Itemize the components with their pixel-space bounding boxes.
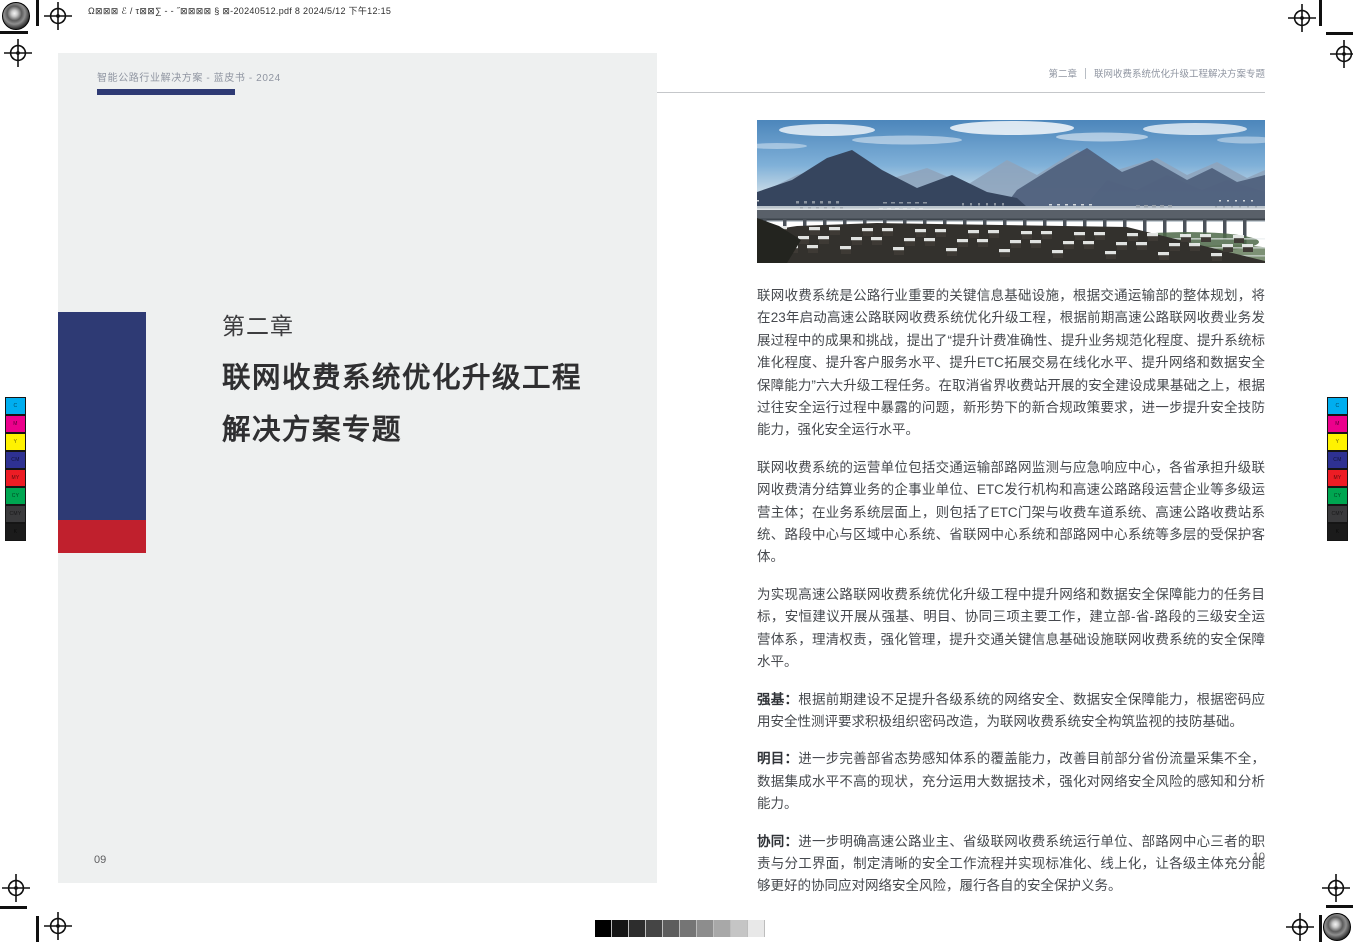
body-text: 联网收费系统是公路行业重要的关键信息基础设施，根据交通运输部的整体规划，将在23…: [757, 285, 1265, 913]
grayscale-swatch: [595, 920, 612, 937]
color-swatch-c: C: [5, 397, 26, 415]
chapter-title-line2: 解决方案专题: [222, 404, 642, 456]
paragraph: 联网收费系统的运营单位包括交通运输部路网监测与应急响应中心，各省承担升级联网收费…: [757, 457, 1265, 569]
paragraph: 为实现高速公路联网收费系统优化升级工程中提升网络和数据安全保障能力的任务目标，安…: [757, 584, 1265, 674]
cmyk-color-bar-left: CMYCMMYCYCMYK: [5, 397, 26, 541]
registration-mark-icon: [4, 39, 32, 67]
color-swatch-k: K: [1327, 523, 1348, 541]
grayscale-swatch: [714, 920, 731, 937]
paragraph-text: 根据前期建设不足提升各级系统的网络安全、数据安全保障能力，根据密码应用安全性测评…: [757, 692, 1265, 729]
crop-line: [1326, 905, 1353, 908]
running-header-chapter: 第二章: [1048, 69, 1077, 80]
file-info-slug: Ω⊠⊠⊠ ℰ / τ⊠⊠∑ - - ˝⊠⊠⊠⊠ § ⊠-20240512.pdf…: [88, 4, 391, 17]
color-swatch-cm: CM: [5, 451, 26, 469]
chapter-title-line1: 联网收费系统优化升级工程: [222, 352, 642, 404]
color-swatch-m: M: [5, 415, 26, 433]
grayscale-swatch: [748, 920, 765, 937]
grayscale-swatch: [663, 920, 680, 937]
color-swatch-cmy: CMY: [5, 505, 26, 523]
registration-mark-icon: [44, 912, 72, 940]
color-swatch-cy: CY: [1327, 487, 1348, 505]
page-number-right: 10: [1235, 851, 1265, 863]
registration-mark-icon: [2, 874, 30, 902]
crop-line: [0, 31, 28, 34]
grayscale-swatch: [646, 920, 663, 937]
registration-mark-icon: [1288, 4, 1316, 32]
left-page: 智能公路行业解决方案 - 蓝皮书 - 2024 第二章 联网收费系统优化升级工程…: [58, 53, 657, 883]
grayscale-swatch: [629, 920, 646, 937]
crop-line: [36, 0, 39, 26]
paragraph-lead: 协同：: [757, 834, 798, 849]
paragraph: 协同：进一步明确高速公路业主、省级联网收费系统运行单位、部路网中心三者的职责与分…: [757, 831, 1265, 898]
grayscale-swatch: [731, 920, 748, 937]
color-swatch-my: MY: [1327, 469, 1348, 487]
color-swatch-cy: CY: [5, 487, 26, 505]
registration-mark-icon: [1330, 40, 1353, 68]
color-swatch-y: Y: [1327, 433, 1348, 451]
paragraph-text: 联网收费系统是公路行业重要的关键信息基础设施，根据交通运输部的整体规划，将在23…: [757, 288, 1265, 437]
grayscale-calibration-bar: [595, 920, 765, 937]
paragraph: 联网收费系统是公路行业重要的关键信息基础设施，根据交通运输部的整体规划，将在23…: [757, 285, 1265, 442]
color-swatch-c: C: [1327, 397, 1348, 415]
chapter-accent-block: [58, 312, 146, 553]
paragraph-text: 进一步完善部省态势感知体系的覆盖能力，改善目前部分省份流量采集不全，数据集成水平…: [757, 751, 1265, 811]
header-divider: [1085, 68, 1086, 79]
paragraph: 强基：根据前期建设不足提升各级系统的网络安全、数据安全保障能力，根据密码应用安全…: [757, 689, 1265, 734]
paragraph: 明目：进一步完善部省态势感知体系的覆盖能力，改善目前部分省份流量采集不全，数据集…: [757, 748, 1265, 815]
grayscale-swatch: [612, 920, 629, 937]
registration-mark-icon: [44, 2, 72, 30]
photo-bridge-deck: [757, 210, 1265, 219]
grayscale-swatch: [680, 920, 697, 937]
paragraph-text: 为实现高速公路联网收费系统优化升级工程中提升网络和数据安全保障能力的任务目标，安…: [757, 587, 1265, 669]
chapter-title: 联网收费系统优化升级工程 解决方案专题: [222, 352, 642, 456]
paragraph-text: 进一步明确高速公路业主、省级联网收费系统运行单位、部路网中心三者的职责与分工界面…: [757, 834, 1265, 894]
crop-line: [0, 906, 27, 909]
registration-mark-icon: [1286, 913, 1314, 941]
grayscale-swatch: [697, 920, 714, 937]
crop-line: [1319, 0, 1322, 26]
chapter-label: 第二章: [222, 307, 294, 341]
print-target-circle-top-left: [2, 2, 30, 30]
color-swatch-y: Y: [5, 433, 26, 451]
running-header-left: 智能公路行业解决方案 - 蓝皮书 - 2024: [97, 69, 281, 84]
color-swatch-m: M: [1327, 415, 1348, 433]
color-swatch-cmy: CMY: [1327, 505, 1348, 523]
pdf-spread-canvas: Ω⊠⊠⊠ ℰ / τ⊠⊠∑ - - ˝⊠⊠⊠⊠ § ⊠-20240512.pdf…: [0, 0, 1353, 942]
crop-line: [1326, 32, 1353, 35]
color-swatch-k: K: [5, 523, 26, 541]
accent-blue-rect: [58, 312, 146, 520]
header-accent-bar: [97, 89, 235, 95]
paragraph-text: 联网收费系统的运营单位包括交通运输部路网监测与应急响应中心，各省承担升级联网收费…: [757, 460, 1265, 565]
crop-line: [1319, 915, 1322, 942]
paragraph-lead: 明目：: [757, 751, 798, 766]
photo-illustration: [757, 120, 1265, 263]
crop-line: [36, 916, 39, 942]
photo-bridge-shadow: [757, 219, 1265, 221]
cmyk-color-bar-right: CMYCMMYCYCMYK: [1327, 397, 1348, 541]
color-swatch-cm: CM: [1327, 451, 1348, 469]
running-header-title: 联网收费系统优化升级工程解决方案专题: [1094, 69, 1265, 80]
page-number-left: 09: [94, 854, 106, 866]
print-target-circle-bottom-right: [1323, 913, 1351, 941]
registration-mark-icon: [1322, 874, 1350, 902]
color-swatch-my: MY: [5, 469, 26, 487]
accent-red-rect: [58, 520, 146, 553]
chapter-photo: [757, 120, 1265, 263]
running-header-right: 第二章 联网收费系统优化升级工程解决方案专题: [757, 66, 1265, 80]
paragraph-lead: 强基：: [757, 692, 798, 707]
